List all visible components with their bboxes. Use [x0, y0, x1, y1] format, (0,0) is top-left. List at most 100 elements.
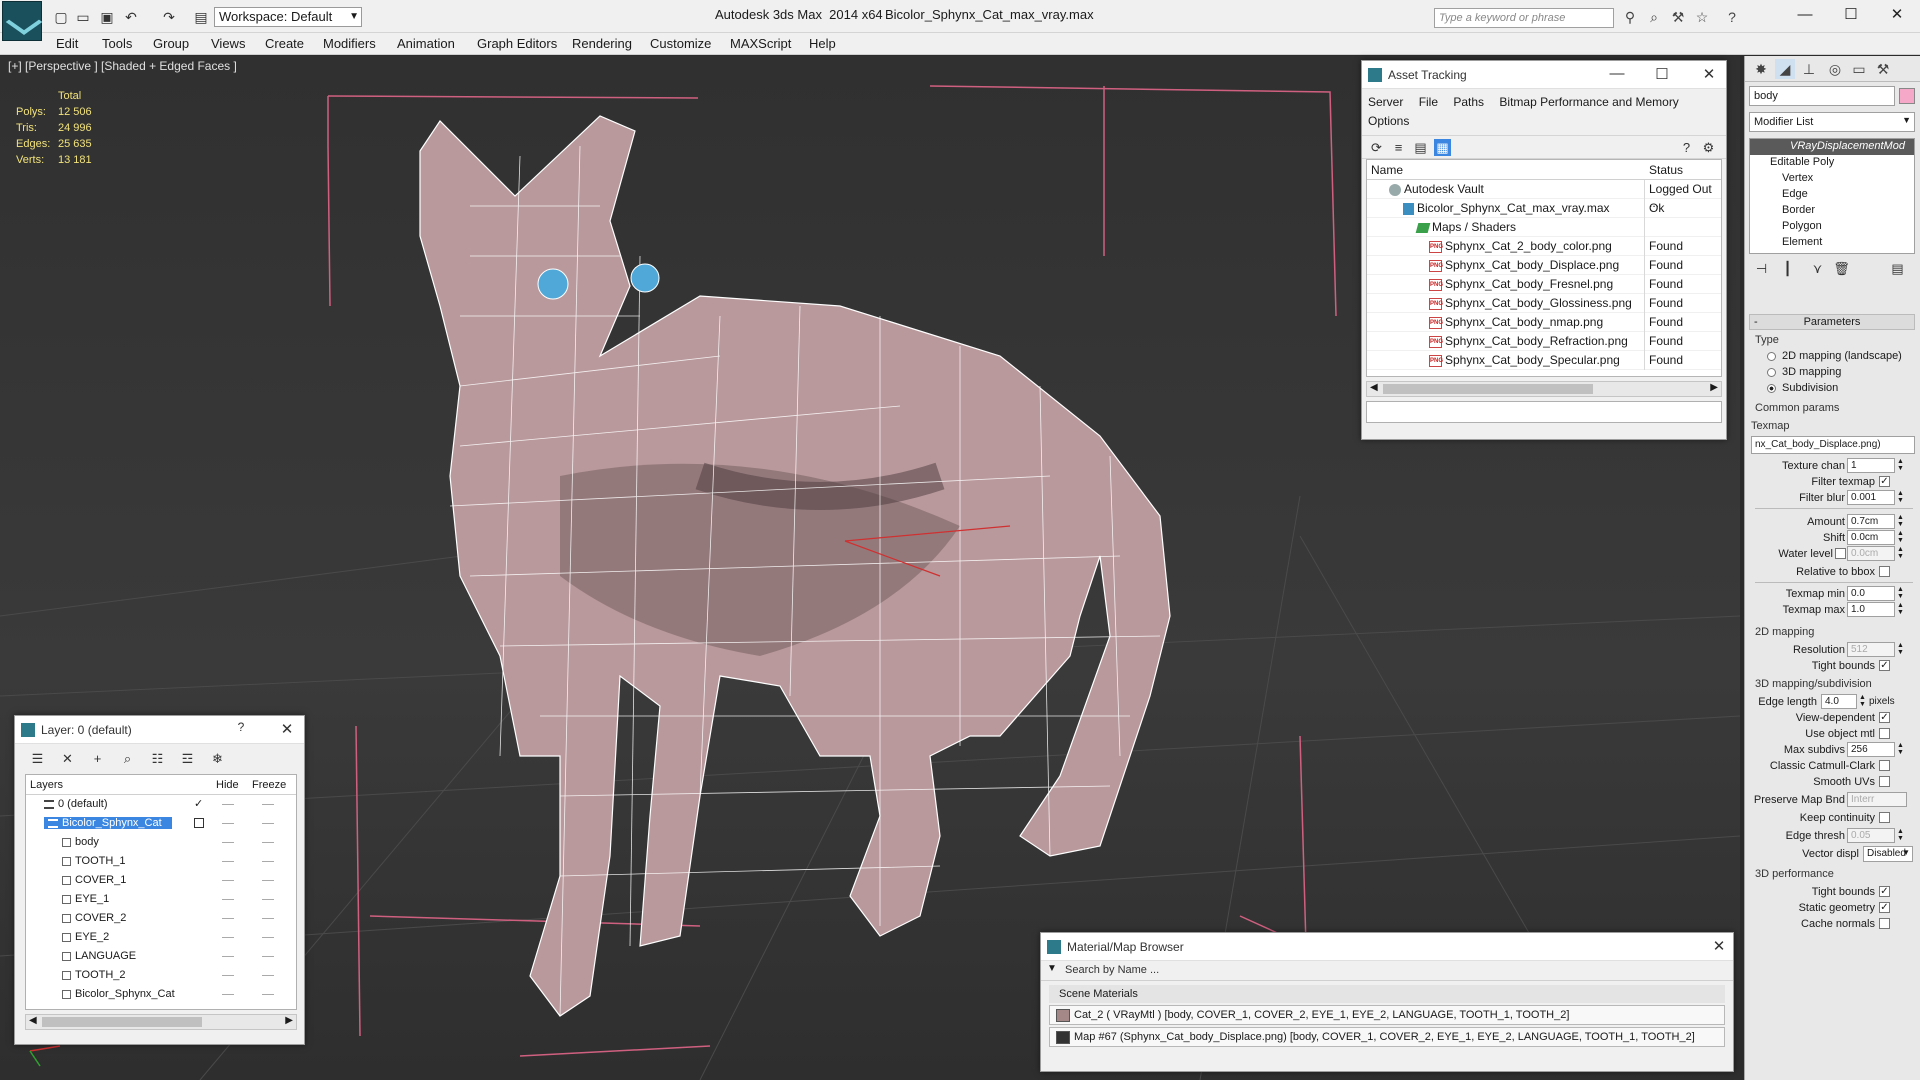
- motion-tab-icon[interactable]: ◎: [1825, 59, 1845, 79]
- chevron-down-icon[interactable]: ▼: [1047, 963, 1057, 974]
- remove-modifier-icon[interactable]: 🗑: [1833, 260, 1850, 277]
- menu-help[interactable]: Help: [809, 36, 836, 51]
- layer-object-row[interactable]: COVER_1: [26, 871, 296, 890]
- spinner-icon[interactable]: ▲ ▼: [1897, 514, 1904, 528]
- hide-toggle[interactable]: [222, 994, 234, 995]
- menu-rendering[interactable]: Rendering: [572, 36, 632, 51]
- close-icon[interactable]: ✕: [1709, 937, 1729, 955]
- asset-row[interactable]: PNG Sphynx_Cat_body_Fresnel.png Found: [1367, 275, 1721, 294]
- hide-all-icon[interactable]: ☲: [179, 750, 196, 767]
- col-name-header[interactable]: Name: [1371, 163, 1403, 177]
- menu-group[interactable]: Group: [153, 36, 189, 51]
- asset-row[interactable]: Autodesk Vault Logged Out ...: [1367, 180, 1721, 210]
- asset-row[interactable]: PNG Sphynx_Cat_body_Glossiness.png Found: [1367, 294, 1721, 313]
- type-subdivision-radio[interactable]: Subdivision: [1767, 382, 1838, 394]
- help-icon[interactable]: ?: [1724, 9, 1740, 25]
- water-level-spinner[interactable]: 0.0cm: [1847, 546, 1895, 561]
- detail-view-icon[interactable]: ▤: [1412, 139, 1429, 156]
- freeze-toggle[interactable]: [262, 880, 274, 881]
- select-layer-icon[interactable]: ☷: [149, 750, 166, 767]
- redo-icon[interactable]: ↷: [160, 8, 178, 26]
- spinner-icon[interactable]: ▲ ▼: [1897, 742, 1904, 756]
- pin-stack-icon[interactable]: ⊣: [1753, 260, 1770, 277]
- scroll-left-icon[interactable]: ◀: [1370, 382, 1378, 393]
- layer-row[interactable]: 0 (default) ✓: [26, 795, 296, 814]
- layer-object-row[interactable]: EYE_2: [26, 928, 296, 947]
- sub-object-level-item[interactable]: Polygon: [1750, 219, 1914, 235]
- star-icon[interactable]: ☆: [1694, 9, 1710, 25]
- menu-maxscript[interactable]: MAXScript: [730, 36, 791, 51]
- new-file-icon[interactable]: ▢: [52, 8, 70, 26]
- material-browser-titlebar[interactable]: Material/Map Browser ✕: [1041, 933, 1733, 961]
- texmap-min-spinner[interactable]: 0.0: [1847, 586, 1895, 601]
- layer-object-row[interactable]: LANGUAGE: [26, 947, 296, 966]
- asset-row[interactable]: PNG Sphynx_Cat_body_Specular.png Found: [1367, 351, 1721, 370]
- search-icon[interactable]: ⌕: [1646, 9, 1662, 25]
- close-icon[interactable]: ✕: [277, 720, 297, 738]
- scene-materials-header[interactable]: Scene Materials: [1049, 985, 1725, 1003]
- modifier-stack-item[interactable]: VRayDisplacementMod: [1750, 139, 1914, 155]
- asset-menu-file[interactable]: File: [1419, 95, 1438, 109]
- hierarchy-tab-icon[interactable]: ⊥: [1799, 59, 1819, 79]
- table-view-icon[interactable]: ▦: [1434, 139, 1451, 156]
- modify-tab-icon[interactable]: ◢: [1775, 59, 1795, 79]
- material-search-bar[interactable]: ▼ Search by Name ...: [1041, 961, 1733, 981]
- smooth-uvs-checkbox[interactable]: [1879, 776, 1890, 787]
- hide-toggle[interactable]: [222, 937, 234, 938]
- freeze-toggle[interactable]: [262, 842, 274, 843]
- cache-normals-checkbox[interactable]: [1879, 918, 1890, 929]
- asset-tracking-titlebar[interactable]: Asset Tracking — ☐ ✕: [1362, 61, 1726, 89]
- close-icon[interactable]: ✕: [1699, 65, 1719, 83]
- scroll-left-icon[interactable]: ◀: [29, 1015, 37, 1026]
- open-file-icon[interactable]: ▭: [74, 8, 92, 26]
- new-layer-icon[interactable]: ☰: [29, 750, 46, 767]
- freeze-toggle[interactable]: [262, 918, 274, 919]
- layer-object-row[interactable]: TOOTH_1: [26, 852, 296, 871]
- type-2d-mapping-radio[interactable]: 2D mapping (landscape): [1767, 350, 1902, 362]
- keep-continuity-checkbox[interactable]: [1879, 812, 1890, 823]
- asset-row[interactable]: Bicolor_Sphynx_Cat_max_vray.max Ok: [1367, 199, 1721, 218]
- binoculars-icon[interactable]: ⚲: [1622, 9, 1638, 25]
- minimize-icon[interactable]: —: [1607, 65, 1627, 82]
- sub-object-level-item[interactable]: Edge: [1750, 187, 1914, 203]
- save-icon[interactable]: ▣: [98, 8, 116, 26]
- use-object-mtl-checkbox[interactable]: [1879, 728, 1890, 739]
- menu-animation[interactable]: Animation: [397, 36, 455, 51]
- layer-object-row[interactable]: body: [26, 833, 296, 852]
- hide-toggle[interactable]: [222, 880, 234, 881]
- spinner-icon[interactable]: ▲ ▼: [1897, 828, 1904, 842]
- freeze-toggle[interactable]: [262, 937, 274, 938]
- subscription-icon[interactable]: ⚒: [1670, 9, 1686, 25]
- asset-menu-paths[interactable]: Paths: [1453, 95, 1484, 109]
- spinner-icon[interactable]: ▲ ▼: [1897, 490, 1904, 504]
- hide-toggle[interactable]: [222, 861, 234, 862]
- set-current-layer-icon[interactable]: [194, 818, 204, 828]
- keyword-search-input[interactable]: Type a keyword or phrase: [1434, 8, 1614, 28]
- layer-object-row[interactable]: TOOTH_2: [26, 966, 296, 985]
- layer-window-titlebar[interactable]: Layer: 0 (default) ? ✕: [15, 716, 304, 744]
- minimize-icon[interactable]: —: [1790, 4, 1820, 26]
- close-icon[interactable]: ✕: [1882, 4, 1912, 26]
- col-freeze-header[interactable]: Freeze: [252, 779, 286, 791]
- spinner-icon[interactable]: ▲ ▼: [1897, 546, 1904, 560]
- hide-toggle[interactable]: [222, 899, 234, 900]
- display-tab-icon[interactable]: ▭: [1849, 59, 1869, 79]
- type-3d-mapping-radio[interactable]: 3D mapping: [1767, 366, 1841, 378]
- asset-path-field[interactable]: [1366, 401, 1722, 423]
- scroll-thumb[interactable]: [1383, 384, 1593, 394]
- material-search-input[interactable]: Search by Name ...: [1065, 964, 1159, 976]
- spinner-icon[interactable]: ▲ ▼: [1897, 458, 1904, 472]
- modifier-stack-item[interactable]: Editable Poly: [1750, 155, 1914, 171]
- object-color-swatch[interactable]: [1899, 88, 1915, 104]
- menu-graph-editors[interactable]: Graph Editors: [477, 36, 557, 51]
- freeze-toggle[interactable]: [262, 823, 274, 824]
- create-tab-icon[interactable]: ✸: [1751, 59, 1771, 79]
- material-item[interactable]: Cat_2 ( VRayMtl ) [body, COVER_1, COVER_…: [1049, 1005, 1725, 1025]
- preserve-map-dropdown[interactable]: Interr: [1847, 792, 1907, 807]
- filter-blur-spinner[interactable]: 0.001: [1847, 490, 1895, 505]
- sub-object-level-item[interactable]: Border: [1750, 203, 1914, 219]
- amount-spinner[interactable]: 0.7cm: [1847, 514, 1895, 529]
- max-subdivs-spinner[interactable]: 256: [1847, 742, 1895, 757]
- hide-toggle[interactable]: [222, 804, 234, 805]
- layer-help-button[interactable]: ?: [231, 720, 251, 734]
